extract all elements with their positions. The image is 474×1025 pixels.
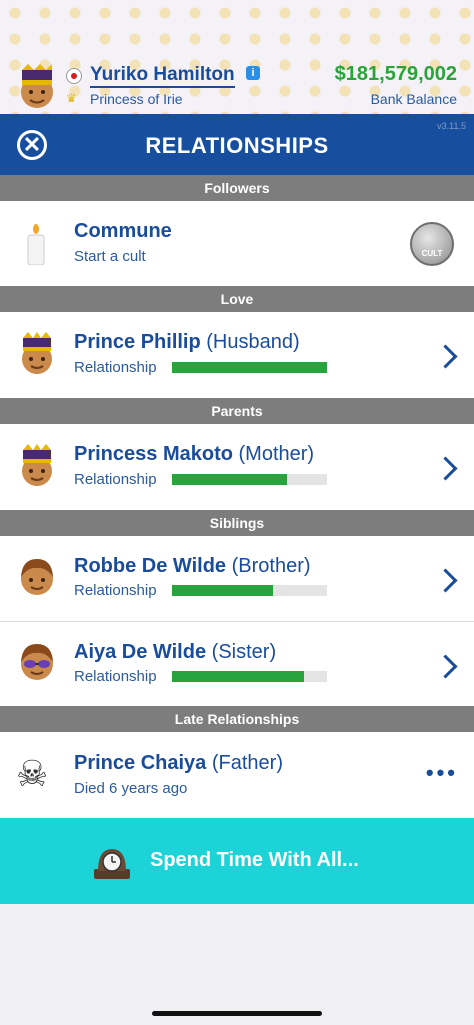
user-name-link[interactable]: Yuriko Hamilton — [90, 64, 235, 88]
chevron-right-icon[interactable] — [433, 568, 458, 593]
skull-crossbones-icon: ☠ — [16, 753, 49, 794]
section-header-siblings: Siblings — [0, 510, 474, 536]
player-avatar-icon — [21, 64, 53, 108]
person-relation: (Sister) — [211, 641, 277, 663]
relationship-label: Relationship — [74, 359, 157, 376]
late-relationship-row[interactable]: ☠ Prince Chaiya (Father) Died 6 years ag… — [0, 732, 474, 818]
relationship-bar — [172, 585, 327, 596]
relationship-bar — [172, 671, 327, 682]
relationship-row[interactable]: Robbe De Wilde (Brother) Relationship — [0, 536, 474, 621]
person-relation: (Husband) — [206, 331, 300, 353]
commune-name: Commune — [74, 220, 172, 242]
person-name: Prince Chaiya — [74, 752, 207, 774]
candle-icon — [27, 224, 45, 265]
relationship-row[interactable]: Princess Makoto (Mother) Relationship — [0, 424, 474, 510]
relationship-label: Relationship — [74, 668, 157, 685]
person-name: Princess Makoto — [74, 443, 233, 465]
profile-header: Yuriko Hamilton i ♛ Princess of Irie $18… — [0, 0, 474, 114]
relationship-row[interactable]: Prince Phillip (Husband) Relationship — [0, 312, 474, 398]
girl-sunglasses-avatar-icon — [21, 644, 53, 680]
section-header-followers: Followers — [0, 175, 474, 201]
cult-badge-icon[interactable]: CULT — [410, 222, 454, 266]
bank-balance-label: Bank Balance — [370, 91, 457, 107]
user-title: Princess of Irie — [90, 91, 183, 107]
death-info: Died 6 years ago — [74, 780, 188, 797]
relationship-bar-fill — [172, 671, 304, 682]
person-relation: (Mother) — [238, 443, 315, 465]
relationship-bar-fill — [172, 474, 287, 485]
relationship-label: Relationship — [74, 582, 157, 599]
relationship-bar — [172, 362, 327, 373]
info-icon[interactable]: i — [246, 66, 260, 80]
country-flag-icon — [66, 68, 82, 84]
chevron-right-icon[interactable] — [433, 456, 458, 481]
royal-avatar-icon — [22, 444, 52, 486]
person-relation: (Brother) — [231, 555, 311, 577]
commune-sub: Start a cult — [74, 248, 146, 265]
mantel-clock-icon — [94, 849, 130, 879]
chevron-right-icon[interactable] — [433, 344, 458, 369]
relationship-bar-fill — [172, 362, 327, 373]
home-indicator — [152, 1011, 322, 1016]
relationship-row[interactable]: Aiya De Wilde (Sister) Relationship — [0, 622, 474, 706]
version-label: v3.11.5 — [437, 121, 466, 131]
cult-badge-label: CULT — [421, 249, 443, 258]
chevron-right-icon[interactable] — [433, 654, 458, 679]
person-name: Prince Phillip — [74, 331, 201, 353]
relationship-label: Relationship — [74, 471, 157, 488]
section-header-parents: Parents — [0, 398, 474, 424]
royal-avatar-icon — [22, 332, 52, 374]
commune-row[interactable]: Commune Start a cult — [0, 201, 474, 286]
boy-avatar-icon — [21, 559, 53, 595]
spend-time-label: Spend Time With All... — [150, 849, 359, 871]
person-name: Robbe De Wilde — [74, 555, 227, 577]
section-header-love: Love — [0, 286, 474, 312]
relationship-bar — [172, 474, 327, 485]
person-name: Aiya De Wilde — [74, 641, 207, 663]
more-dots-icon[interactable]: ••• — [426, 760, 458, 786]
crown-icon: ♛ — [66, 91, 77, 105]
person-relation: (Father) — [211, 752, 283, 774]
relationship-bar-fill — [172, 585, 273, 596]
bank-balance: $181,579,002 — [334, 63, 457, 85]
section-header-late-relationships: Late Relationships — [0, 706, 474, 732]
page-title: RELATIONSHIPS — [145, 133, 329, 158]
